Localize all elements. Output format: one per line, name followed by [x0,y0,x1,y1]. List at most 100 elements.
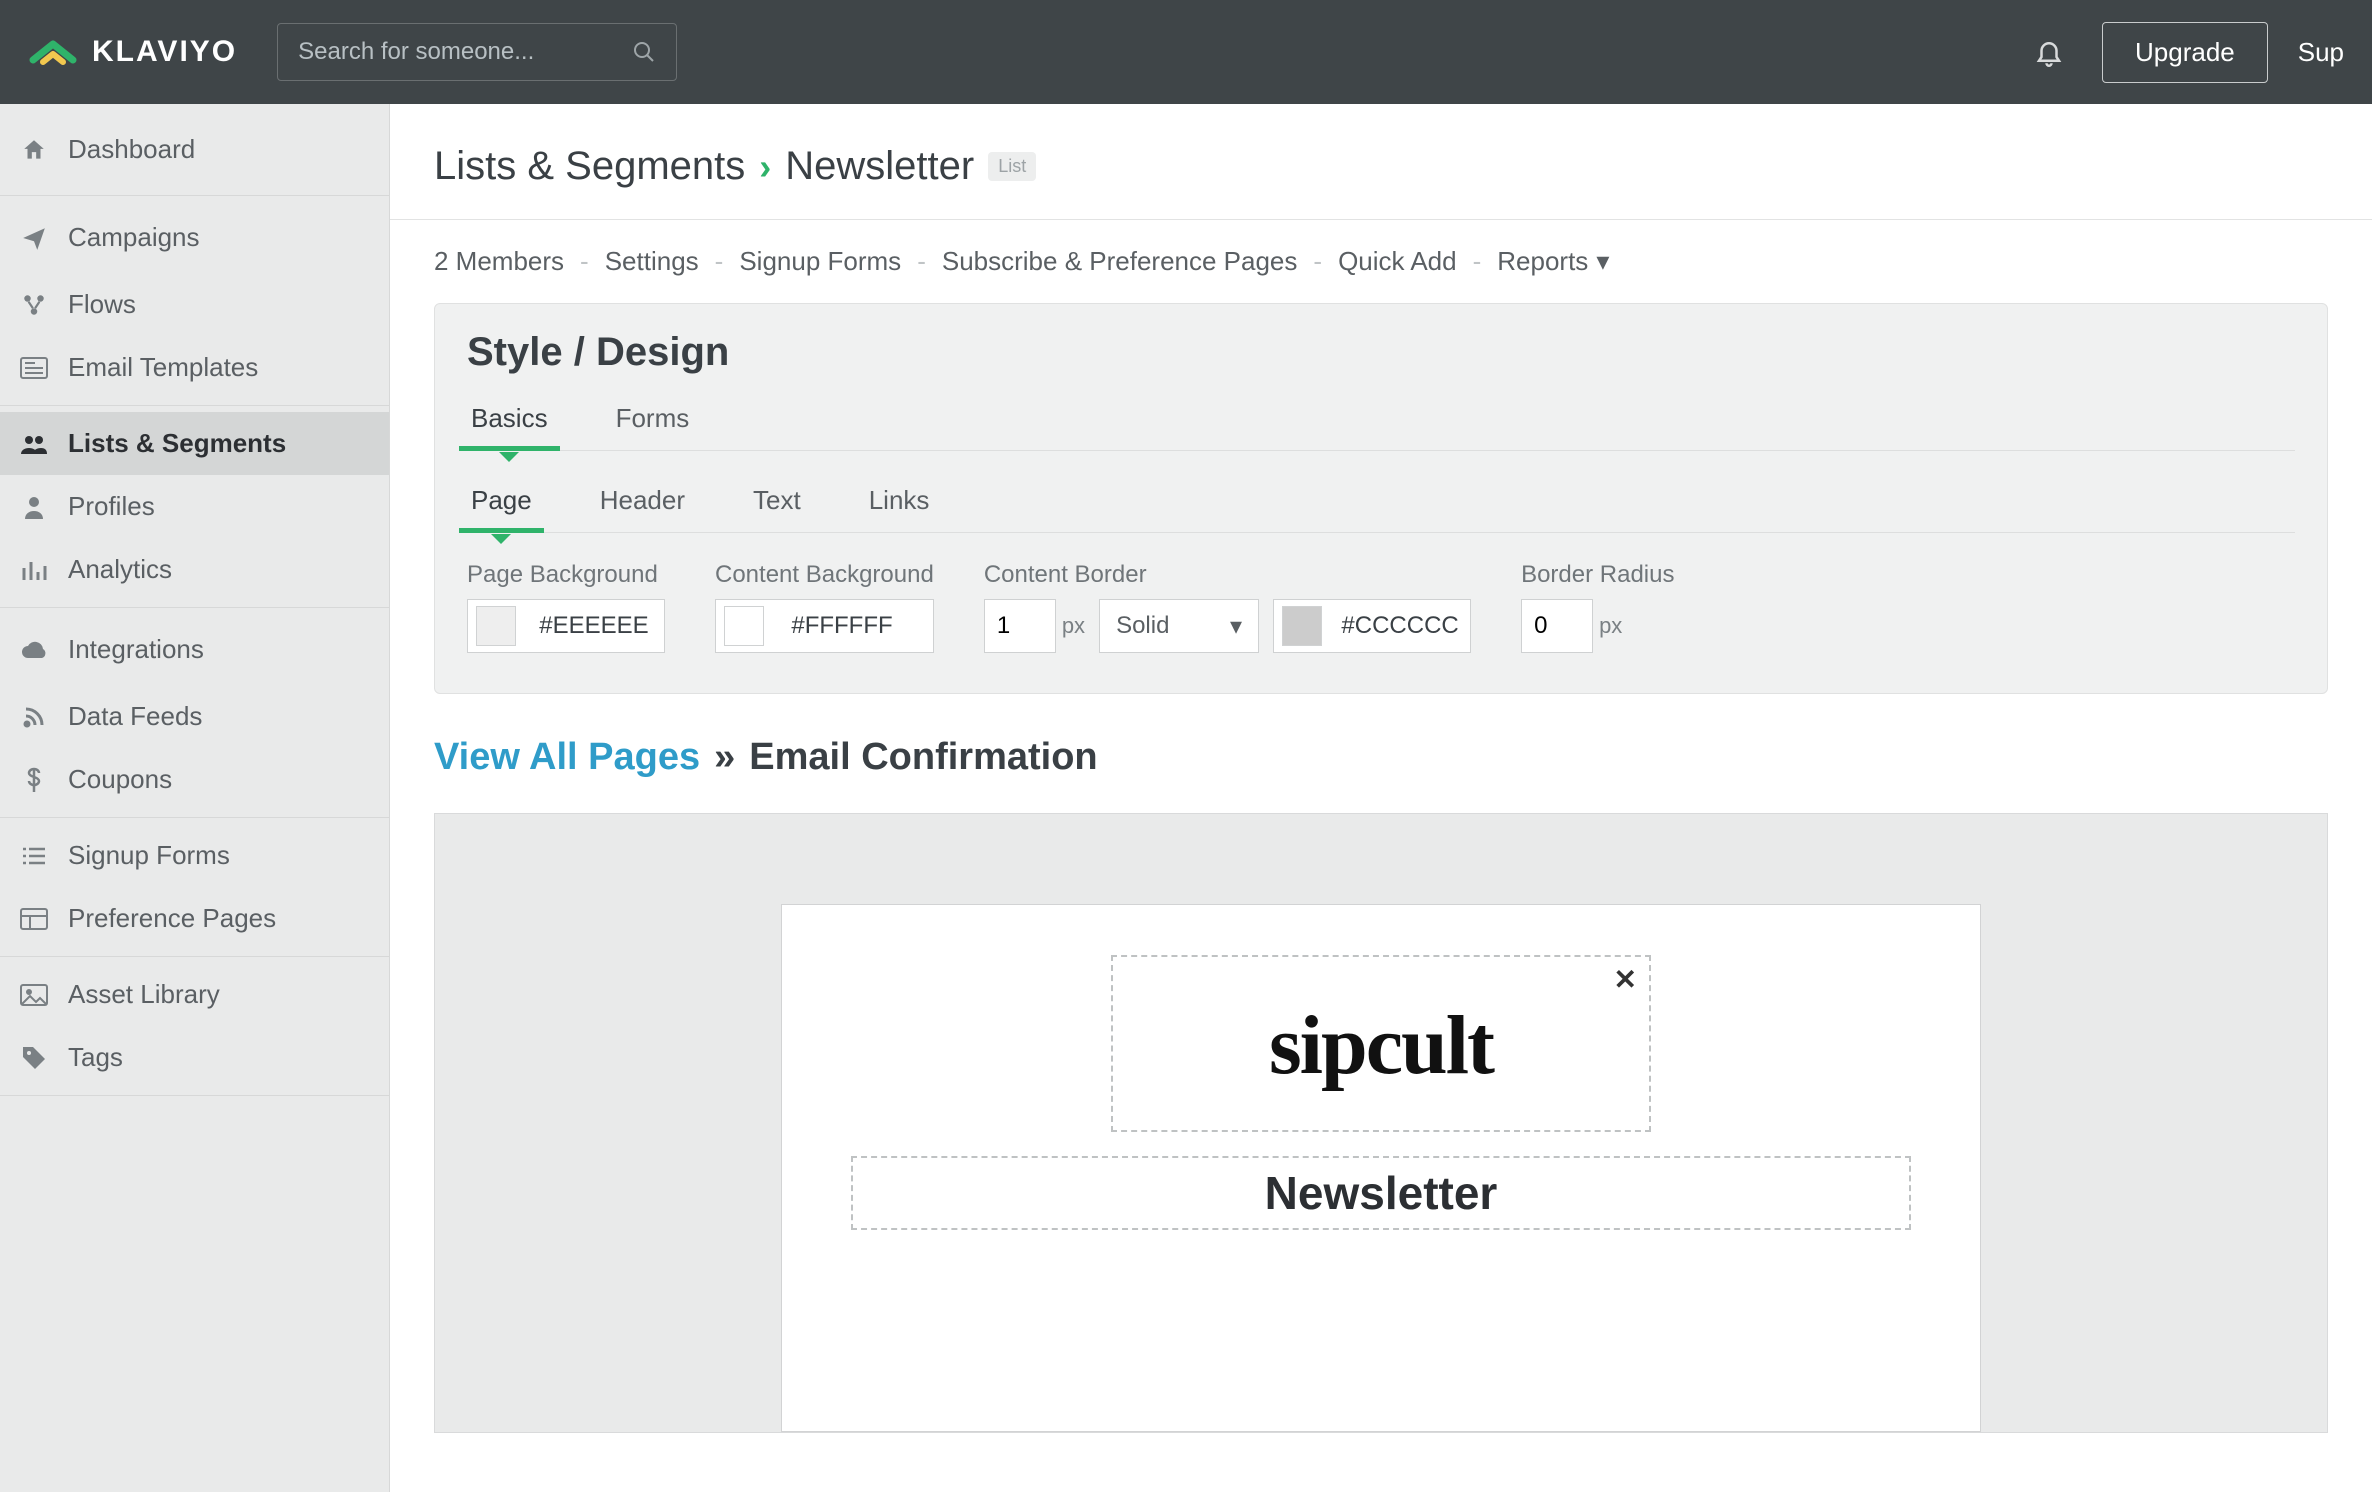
search-input[interactable] [298,38,632,66]
global-search[interactable] [277,23,677,81]
sidebar-item-lists-segments[interactable]: Lists & Segments [0,412,389,475]
page-header: Lists & Segments › Newsletter List [390,104,2372,220]
logo-editable-block[interactable]: ✕ sipcult [1111,955,1651,1132]
flows-icon [18,292,50,318]
field-label: Content Border [984,561,1471,589]
color-swatch[interactable] [476,606,516,646]
border-style-select[interactable]: Solid ▾ [1099,599,1259,653]
sidebar-item-data-feeds[interactable]: Data Feeds [0,685,389,748]
caret-down-icon: ▾ [1596,246,1609,277]
search-icon [632,40,656,64]
subnav-settings[interactable]: Settings [605,246,699,277]
separator: - [580,246,589,277]
border-color-hex-input[interactable] [1330,612,1470,640]
unit-label: px [1062,613,1085,639]
sidebar-item-tags[interactable]: Tags [0,1026,389,1089]
border-width-input[interactable] [984,599,1056,653]
main-content: Lists & Segments › Newsletter List 2 Mem… [390,104,2372,1492]
subnav-subscribe-preference[interactable]: Subscribe & Preference Pages [942,246,1298,277]
sidebar-item-label: Signup Forms [68,840,230,871]
color-swatch[interactable] [724,606,764,646]
sidebar-item-label: Asset Library [68,979,220,1010]
list-icon [18,845,50,867]
brand-name: KLAVIYO [92,35,237,69]
view-all-pages-link[interactable]: View All Pages [434,736,700,779]
preview-content-card: ✕ sipcult Newsletter [781,904,1981,1432]
subnav-signup-forms[interactable]: Signup Forms [739,246,901,277]
subtab-text[interactable]: Text [749,475,805,532]
layout-icon [18,908,50,930]
page-bg-color-input[interactable] [467,599,665,653]
support-link[interactable]: Sup [2298,37,2344,68]
preview-canvas: ✕ sipcult Newsletter [434,813,2328,1433]
sidebar-item-label: Dashboard [68,134,195,165]
sidebar-item-campaigns[interactable]: Campaigns [0,202,389,273]
tag-icon [18,1045,50,1071]
sidebar-item-label: Data Feeds [68,701,202,732]
title-editable-block[interactable]: Newsletter [851,1156,1911,1230]
chart-icon [18,558,50,582]
sidebar-item-label: Flows [68,289,136,320]
sidebar-item-analytics[interactable]: Analytics [0,538,389,601]
field-content-border: Content Border px Solid ▾ [984,561,1471,653]
subnav-quick-add[interactable]: Quick Add [1338,246,1457,277]
view-title: Email Confirmation [749,736,1097,779]
cloud-icon [18,640,50,660]
separator: - [715,246,724,277]
subnav-members[interactable]: 2 Members [434,246,564,277]
border-color-input[interactable] [1273,599,1471,653]
dollar-icon [18,766,50,794]
style-subtabs: Page Header Text Links [467,475,2295,533]
klaviyo-logo-icon [28,32,78,72]
sidebar-item-signup-forms[interactable]: Signup Forms [0,824,389,887]
sidebar-item-profiles[interactable]: Profiles [0,475,389,538]
sidebar-item-email-templates[interactable]: Email Templates [0,336,389,399]
sidebar-item-label: Preference Pages [68,903,276,934]
users-icon [18,432,50,456]
preview-brand-logo: sipcult [1269,967,1493,1104]
breadcrumb-root[interactable]: Lists & Segments [434,144,745,189]
subtab-header[interactable]: Header [596,475,689,532]
list-subnav: 2 Members - Settings - Signup Forms - Su… [390,220,2372,303]
caret-down-icon: ▾ [1230,612,1242,641]
sidebar-item-integrations[interactable]: Integrations [0,614,389,685]
sidebar-item-label: Tags [68,1042,123,1073]
sidebar-item-label: Email Templates [68,352,258,383]
separator: - [1313,246,1322,277]
sidebar-item-flows[interactable]: Flows [0,273,389,336]
notifications-icon[interactable] [2034,37,2064,67]
brand-logo-block[interactable]: KLAVIYO [28,32,237,72]
subnav-reports-label: Reports [1497,246,1588,277]
home-icon [18,137,50,163]
border-radius-input[interactable] [1521,599,1593,653]
upgrade-button[interactable]: Upgrade [2102,22,2268,83]
rss-icon [18,705,50,729]
field-label: Page Background [467,561,665,589]
style-design-panel: Style / Design Basics Forms Page Header … [434,303,2328,694]
content-bg-color-input[interactable] [715,599,934,653]
color-swatch[interactable] [1282,606,1322,646]
content-bg-hex-input[interactable] [772,612,912,640]
topbar: KLAVIYO Upgrade Sup [0,0,2372,104]
subtab-page[interactable]: Page [467,475,536,532]
image-icon [18,984,50,1006]
field-label: Border Radius [1521,561,1674,589]
unit-label: px [1599,613,1622,639]
breadcrumb: Lists & Segments › Newsletter List [434,144,2328,189]
sidebar-item-coupons[interactable]: Coupons [0,748,389,811]
tab-basics[interactable]: Basics [467,393,552,450]
sidebar-item-dashboard[interactable]: Dashboard [0,110,389,189]
tab-forms[interactable]: Forms [612,393,694,450]
subtab-links[interactable]: Links [865,475,934,532]
sidebar-item-label: Analytics [68,554,172,585]
paper-plane-icon [18,225,50,251]
user-icon [18,495,50,519]
sidebar-item-preference-pages[interactable]: Preference Pages [0,887,389,950]
field-content-background: Content Background [715,561,934,653]
subnav-reports-dropdown[interactable]: Reports ▾ [1497,246,1609,277]
sidebar-item-asset-library[interactable]: Asset Library [0,963,389,1026]
sidebar: Dashboard Campaigns Flows Email Templ [0,104,390,1492]
page-bg-hex-input[interactable] [524,612,664,640]
sidebar-item-label: Coupons [68,764,172,795]
close-icon[interactable]: ✕ [1614,963,1637,996]
